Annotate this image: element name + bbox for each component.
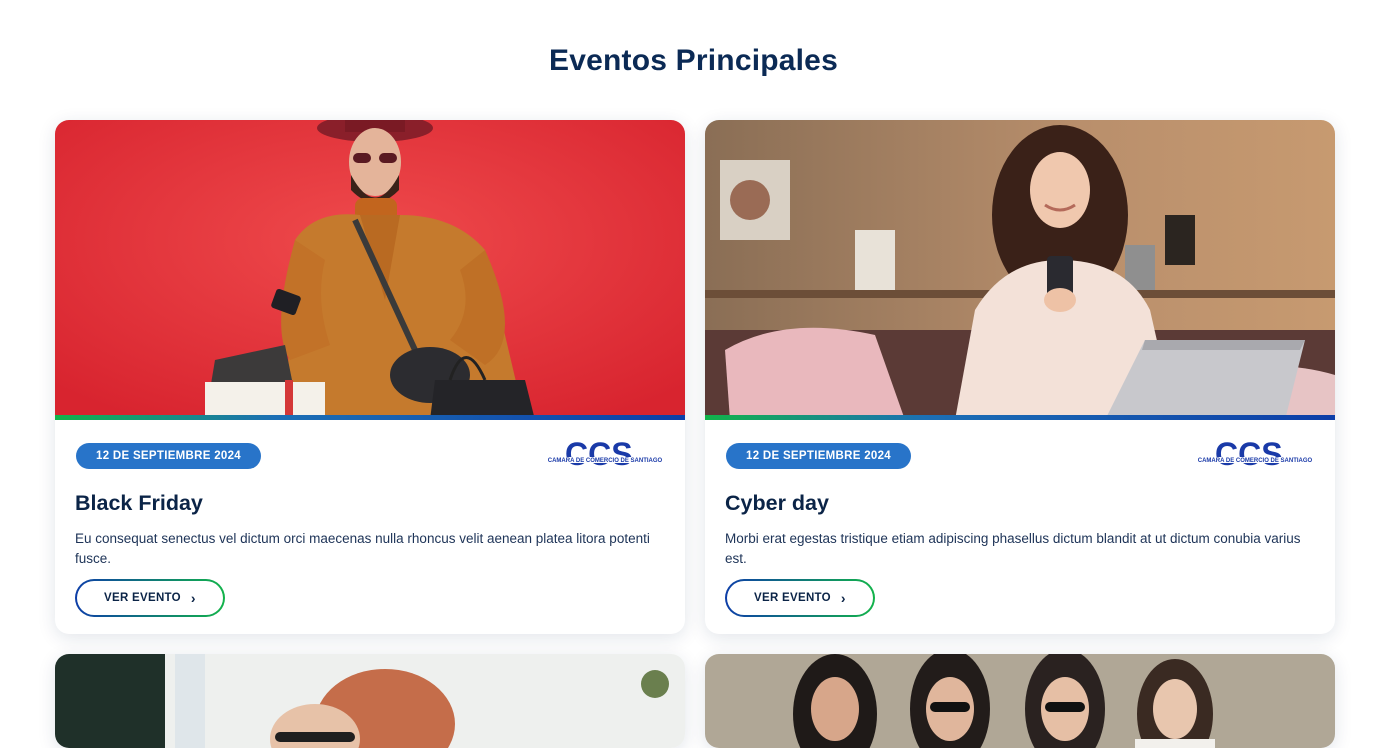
card-body: 12 DE SEPTIEMBRE 2024 CCS CAMARA DE COME… [55, 420, 685, 617]
button-label: VER EVENTO [104, 592, 181, 604]
event-title: Cyber day [725, 491, 829, 515]
ccs-logo-icon: CCS CAMARA DE COMERCIO DE SANTIAGO [545, 439, 665, 471]
event-photo-3 [55, 654, 685, 748]
date-badge: 12 DE SEPTIEMBRE 2024 [76, 443, 261, 469]
section-title: Eventos Principales [549, 44, 838, 77]
chevron-right-icon: › [190, 590, 196, 606]
event-image-black-friday[interactable] [55, 120, 685, 420]
card-body: 12 DE SEPTIEMBRE 2024 CCS CAMARA DE COME… [705, 420, 1335, 617]
ccs-logo-letters: CCS [1215, 439, 1283, 471]
event-description: Eu consequat senectus vel dictum orci ma… [75, 531, 650, 566]
button-label: VER EVENTO [754, 592, 831, 604]
ccs-logo-caption: CAMARA DE COMERCIO DE SANTIAGO [1198, 458, 1313, 464]
event-description: Morbi erat egestas tristique etiam adipi… [725, 531, 1301, 566]
black-friday-photo [55, 120, 685, 420]
event-card-4[interactable] [705, 654, 1335, 748]
event-card-cyber-day[interactable]: 12 DE SEPTIEMBRE 2024 CCS CAMARA DE COME… [705, 120, 1335, 634]
ver-evento-button[interactable]: VER EVENTO › [725, 579, 875, 617]
event-image-cyber-day[interactable] [705, 120, 1335, 420]
event-photo-4 [705, 654, 1335, 748]
ccs-logo-letters: CCS [565, 439, 633, 471]
ccs-logo-caption: CAMARA DE COMERCIO DE SANTIAGO [548, 458, 663, 464]
event-card-black-friday[interactable]: 12 DE SEPTIEMBRE 2024 CCS CAMARA DE COME… [55, 120, 685, 634]
ver-evento-button[interactable]: VER EVENTO › [75, 579, 225, 617]
event-card-3[interactable] [55, 654, 685, 748]
cyber-day-photo [705, 120, 1335, 420]
ccs-logo-icon: CCS CAMARA DE COMERCIO DE SANTIAGO [1195, 439, 1315, 471]
date-badge: 12 DE SEPTIEMBRE 2024 [726, 443, 911, 469]
event-title: Black Friday [75, 491, 203, 515]
chevron-right-icon: › [840, 590, 846, 606]
